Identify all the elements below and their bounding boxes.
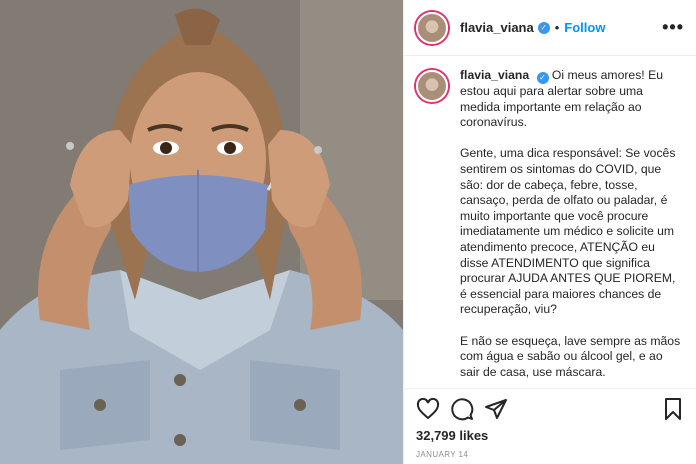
caption-paragraph-3: E não se esqueça, lave sempre as mãos co… (460, 333, 681, 379)
verified-badge-icon: ✓ (537, 21, 550, 34)
avatar[interactable] (416, 11, 448, 44)
post-side-panel: flavia_viana ✓ • Follow ••• flavia_viana… (403, 0, 696, 464)
username-link[interactable]: flavia_viana (460, 20, 534, 35)
caption-text: flavia_viana ✓ Oi meus amores! Eu estou … (460, 68, 684, 396)
action-bar (404, 388, 696, 428)
follow-button[interactable]: Follow (564, 20, 605, 35)
caption-verified-badge-icon: ✓ (536, 72, 549, 84)
post-header: flavia_viana ✓ • Follow ••• (404, 0, 696, 56)
woman-wearing-mask-image (0, 0, 403, 464)
caption-paragraph-2: Gente, uma dica responsável: Se vocês se… (460, 146, 676, 317)
more-options-icon[interactable]: ••• (662, 17, 684, 38)
caption-paragraph-1: flavia_viana ✓ Oi meus amores! Eu estou … (460, 68, 684, 131)
comment-icon[interactable] (450, 397, 474, 421)
post-date[interactable]: JANUARY 14 (416, 450, 468, 459)
post-photo[interactable] (0, 0, 403, 464)
bookmark-icon[interactable] (661, 397, 685, 421)
caption-avatar[interactable] (416, 70, 448, 102)
header-separator: • (554, 20, 560, 35)
share-icon[interactable] (484, 397, 508, 421)
caption-username-link[interactable]: flavia_viana (460, 68, 529, 82)
heart-icon[interactable] (416, 397, 440, 421)
caption-block: flavia_viana ✓ Oi meus amores! Eu estou … (404, 56, 696, 396)
likes-count[interactable]: 32,799 likes (416, 428, 488, 443)
